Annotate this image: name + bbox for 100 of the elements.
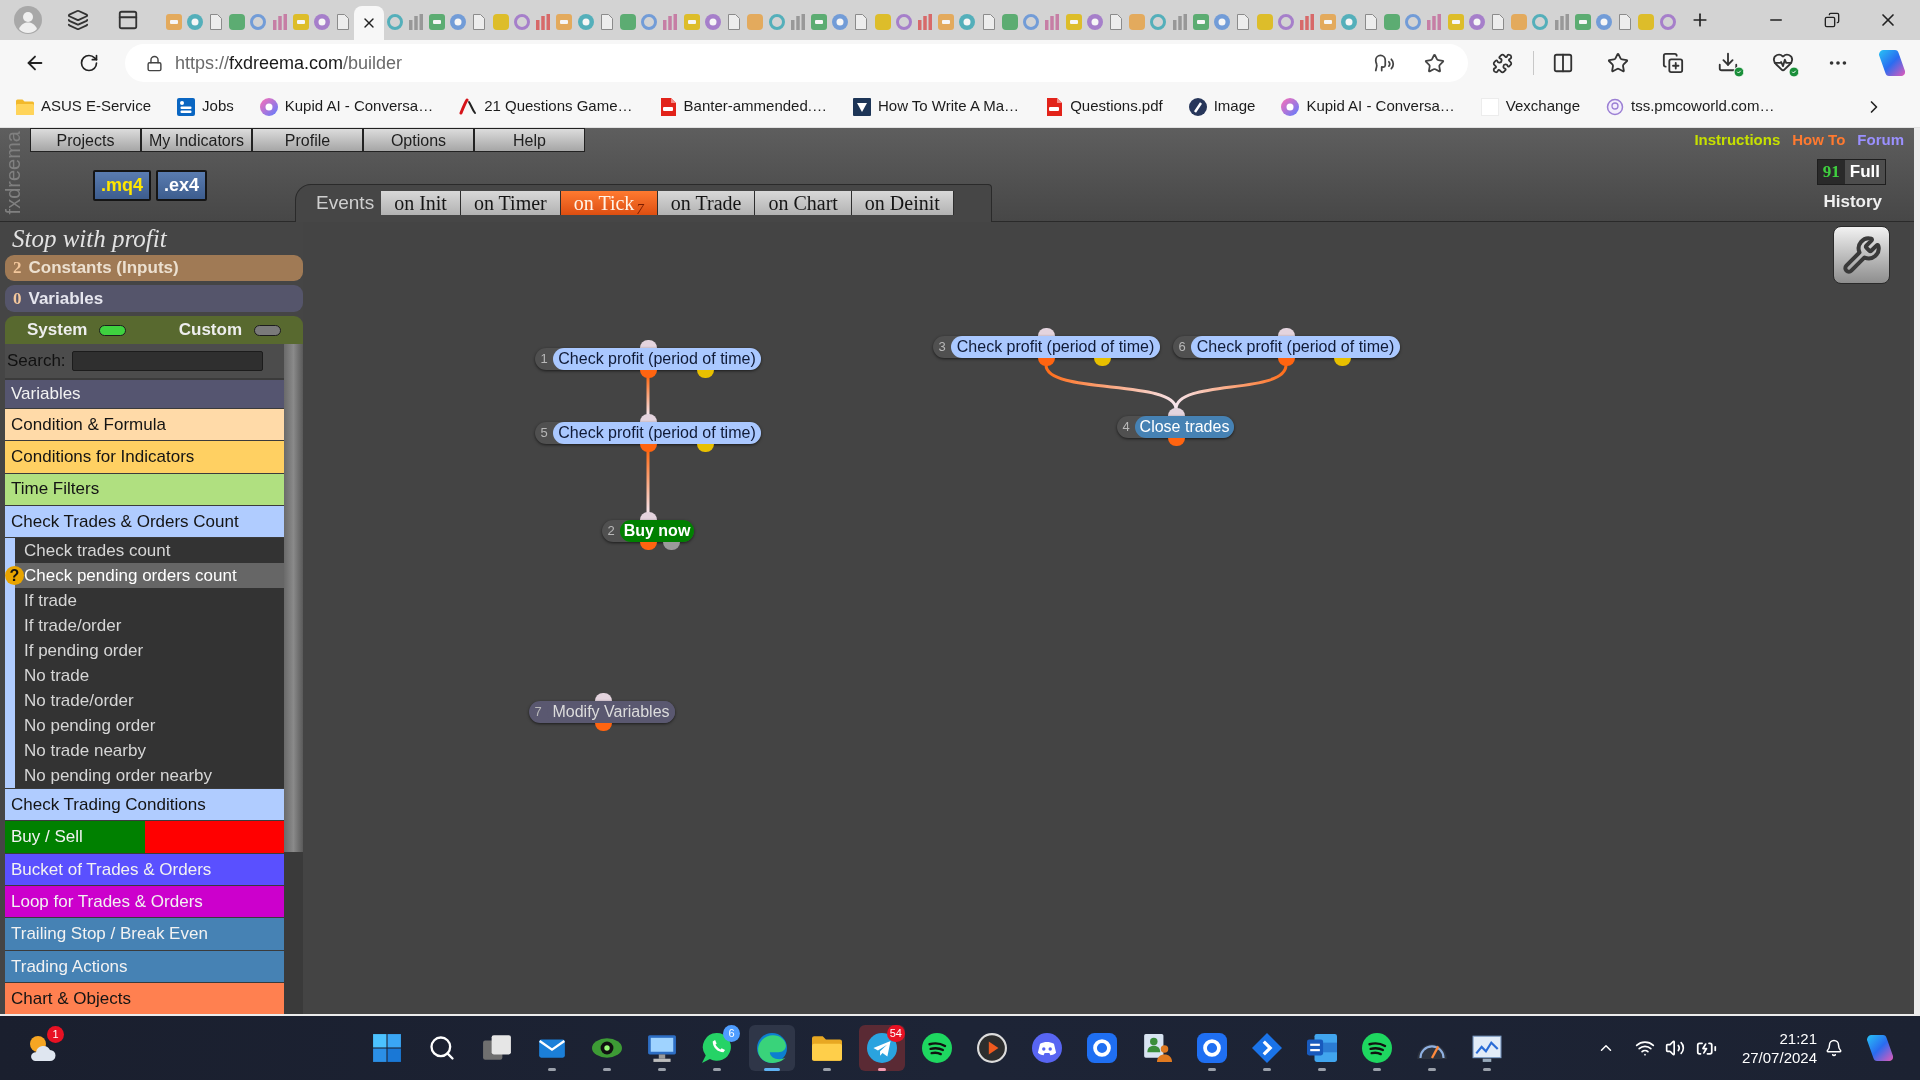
toggle-switch[interactable] <box>254 324 281 336</box>
category-item[interactable]: Condition & Formula <box>5 409 284 441</box>
event-tab[interactable]: on Chart <box>755 191 852 215</box>
output-port-icon[interactable] <box>1093 358 1111 366</box>
output-port-icon[interactable] <box>639 542 657 550</box>
header-link[interactable]: Instructions <box>1694 130 1781 150</box>
event-tab[interactable]: on Timer <box>460 191 561 215</box>
refresh-icon[interactable] <box>79 53 99 73</box>
heart-pulse-icon[interactable] <box>1772 51 1794 73</box>
bookmark-link[interactable]: tss.pmcoworld.com… <box>1606 95 1775 118</box>
output-port-icon[interactable] <box>1277 358 1295 366</box>
bookmark-link[interactable]: Questions.pdf <box>1045 95 1163 118</box>
block-item[interactable]: No pending order nearby <box>15 763 284 789</box>
scrollbar[interactable] <box>284 344 303 1014</box>
taskbar-app[interactable]: 54 <box>859 1025 905 1071</box>
weather-widget[interactable]: 1 <box>20 1026 64 1070</box>
scrollbar-thumb[interactable] <box>284 344 303 852</box>
category-item[interactable]: Check Trading Conditions <box>5 789 284 821</box>
category-item[interactable]: Bucket of Trades & Orders <box>5 853 284 886</box>
output-port-icon[interactable] <box>662 542 680 550</box>
menu-tab[interactable]: Profile <box>252 128 363 152</box>
input-port-icon[interactable] <box>1277 328 1295 336</box>
bookmark-link[interactable]: 21 Questions Game… <box>459 95 633 118</box>
bookmark-link[interactable]: Kupid AI - Conversa… <box>1281 95 1455 118</box>
collections-icon[interactable] <box>1662 52 1684 74</box>
tab-actions-icon[interactable] <box>117 9 139 31</box>
category-item[interactable]: Time Filters <box>5 473 284 505</box>
filter-toggle[interactable]: System <box>27 317 127 343</box>
file-type-button[interactable]: .mq4 <box>93 170 151 201</box>
avatar-icon[interactable] <box>14 6 42 34</box>
bookmark-link[interactable]: Banter-ammended.… <box>658 95 827 118</box>
output-port-icon[interactable] <box>639 444 657 452</box>
block-item[interactable]: If trade/order <box>15 613 284 639</box>
history-link[interactable]: History <box>1823 192 1882 212</box>
block-item[interactable]: No trade <box>15 663 284 689</box>
output-port-icon[interactable] <box>1167 438 1185 446</box>
flow-node[interactable]: 7 Modify Variables <box>529 701 675 723</box>
output-port-icon[interactable] <box>639 370 657 378</box>
workspaces-icon[interactable] <box>67 9 89 31</box>
menu-tab[interactable]: My Indicators <box>141 128 252 152</box>
event-tab[interactable]: on Trade <box>657 191 756 215</box>
menu-tab[interactable]: Help <box>474 128 585 152</box>
full-button[interactable]: Full <box>1844 160 1885 184</box>
block-item[interactable]: No trade/order <box>15 688 284 714</box>
block-item[interactable]: No trade nearby <box>15 738 284 764</box>
bookmark-link[interactable]: Jobs <box>177 95 234 118</box>
bookmark-link[interactable]: Image <box>1188 95 1256 118</box>
output-port-icon[interactable] <box>594 723 612 731</box>
category-item[interactable]: Conditions for Indicators <box>5 441 284 473</box>
variables-header[interactable]: 0 Variables <box>5 285 303 312</box>
toggle-switch[interactable] <box>99 324 127 336</box>
output-port-icon[interactable] <box>1333 358 1351 366</box>
wifi-icon[interactable] <box>1635 1038 1655 1058</box>
flow-node[interactable]: 4 Close trades <box>1117 416 1234 438</box>
flow-node[interactable]: 2 Buy now <box>602 520 694 542</box>
category-item[interactable]: Check Trades & Orders Count <box>5 505 284 538</box>
category-item[interactable]: Trailing Stop / Break Even <box>5 918 284 950</box>
input-port-icon[interactable] <box>1037 328 1055 336</box>
bookmark-link[interactable]: Kupid AI - Conversa… <box>259 95 434 118</box>
event-tab[interactable]: on Init <box>381 191 461 215</box>
menu-tab[interactable]: Projects <box>30 128 141 152</box>
filter-toggle[interactable]: Custom <box>178 317 281 343</box>
speaker-icon[interactable] <box>1665 1038 1685 1058</box>
menu-tab[interactable]: Options <box>363 128 474 152</box>
category-item[interactable]: Variables <box>5 380 284 408</box>
flow-node[interactable]: 1 Check profit (period of time) <box>535 348 761 370</box>
speech-icon[interactable] <box>1374 52 1395 74</box>
lock-icon[interactable] <box>146 54 163 72</box>
block-item[interactable]: If trade <box>15 588 284 614</box>
gradient-logo-icon[interactable] <box>1879 50 1905 76</box>
address-field[interactable]: https://fxdreema.com/builder <box>125 44 1468 82</box>
flow-node[interactable]: 3 Check profit (period of time) <box>933 336 1160 358</box>
category-item[interactable]: Chart & Objects <box>5 982 284 1014</box>
download-icon[interactable] <box>1717 51 1739 73</box>
split-screen-icon[interactable] <box>1552 52 1574 74</box>
taskbar-app[interactable] <box>749 1025 795 1071</box>
category-item[interactable]: Loop for Trades & Orders <box>5 886 284 918</box>
star-icon[interactable] <box>1424 52 1445 74</box>
block-item[interactable]: If pending order <box>15 638 284 664</box>
input-port-icon[interactable] <box>1167 408 1185 416</box>
block-item[interactable]: No pending order <box>15 713 284 739</box>
clock[interactable]: 21:21 27/07/2024 <box>1737 1029 1817 1067</box>
search-field[interactable] <box>71 351 263 371</box>
file-type-button[interactable]: .ex4 <box>156 170 208 201</box>
puzzle-icon[interactable] <box>1492 52 1513 74</box>
input-port-icon[interactable] <box>639 512 657 520</box>
gradient-logo-icon[interactable] <box>1867 1035 1893 1061</box>
bookmark-link[interactable]: Vexchange <box>1480 95 1581 118</box>
star-icon[interactable] <box>1607 52 1629 74</box>
event-tab[interactable]: on Deinit <box>851 191 954 215</box>
output-port-icon[interactable] <box>696 444 714 452</box>
flow-node[interactable]: 5 Check profit (period of time) <box>535 422 761 444</box>
output-port-icon[interactable] <box>1037 358 1055 366</box>
input-port-icon[interactable] <box>594 693 612 701</box>
bookmark-link[interactable]: ASUS E-Service <box>16 95 152 118</box>
block-item[interactable]: Check trades count <box>15 538 284 564</box>
input-port-icon[interactable] <box>639 414 657 422</box>
category-item[interactable]: Trading Actions <box>5 950 284 982</box>
restore-icon[interactable] <box>1824 12 1840 28</box>
output-port-icon[interactable] <box>696 370 714 378</box>
